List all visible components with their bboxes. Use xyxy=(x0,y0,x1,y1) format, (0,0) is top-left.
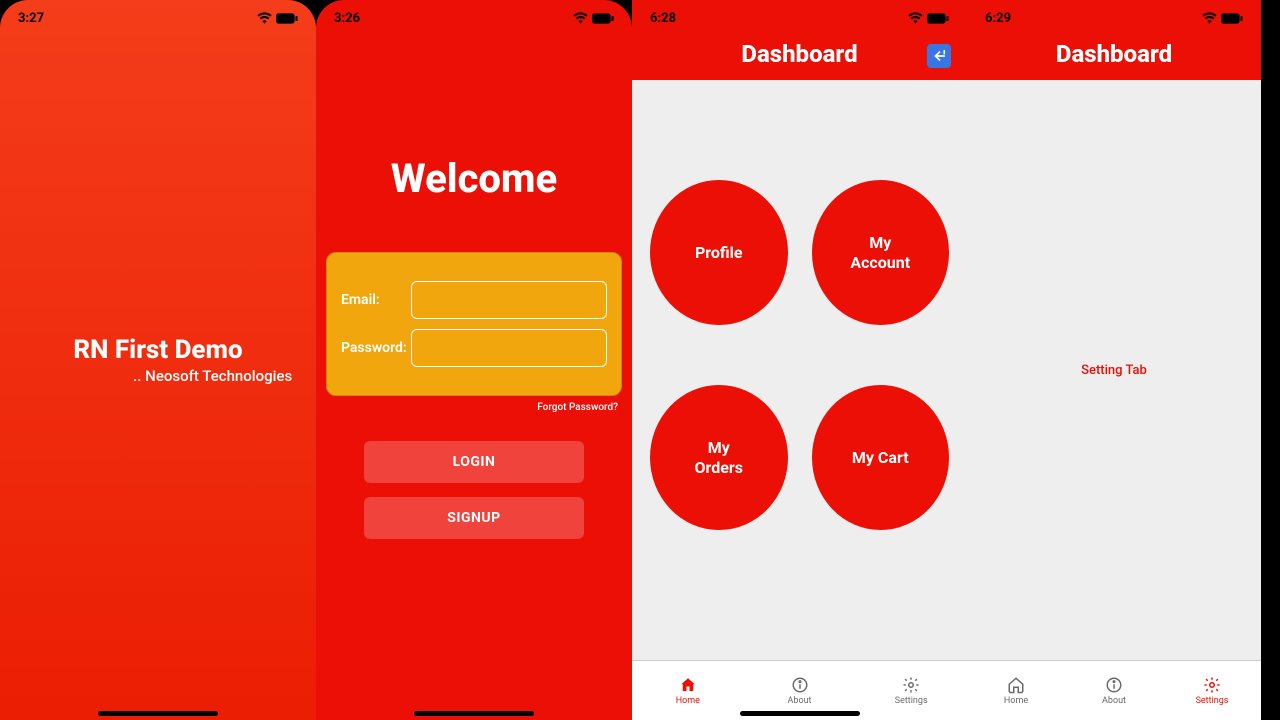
home-icon xyxy=(1007,676,1025,694)
battery-icon xyxy=(1221,13,1243,24)
logout-button[interactable] xyxy=(927,44,951,68)
battery-icon xyxy=(592,13,614,24)
tile-my-cart[interactable]: My Cart xyxy=(812,385,950,530)
status-bar: 6:29 xyxy=(967,0,1261,32)
tab-home[interactable]: Home xyxy=(967,661,1065,720)
status-time: 3:27 xyxy=(18,11,44,26)
grid-row: Profile MyAccount xyxy=(650,180,949,325)
tile-my-account[interactable]: MyAccount xyxy=(812,180,950,325)
password-label: Password: xyxy=(341,340,411,356)
status-right xyxy=(908,12,949,24)
tab-settings[interactable]: Settings xyxy=(855,661,967,720)
wifi-icon xyxy=(908,12,923,24)
wifi-icon xyxy=(573,12,588,24)
email-label: Email: xyxy=(341,292,411,308)
status-time: 6:28 xyxy=(650,11,676,26)
tab-label: About xyxy=(1102,696,1126,706)
wifi-icon xyxy=(257,12,272,24)
status-right xyxy=(257,12,298,24)
app-subtitle: .. Neosoft Technologies xyxy=(16,367,300,385)
welcome-heading: Welcome xyxy=(316,155,632,202)
info-icon xyxy=(1105,676,1123,694)
tab-bar: Home About Settings xyxy=(967,660,1261,720)
signup-button[interactable]: SIGNUP xyxy=(364,497,584,539)
wifi-icon xyxy=(1202,12,1217,24)
forgot-password-link[interactable]: Forgot Password? xyxy=(316,402,618,413)
home-indicator xyxy=(414,711,534,716)
grid-row: MyOrders My Cart xyxy=(650,385,949,530)
splash-screen: 3:27 RN First Demo .. Neosoft Technologi… xyxy=(0,0,316,720)
status-bar: 6:28 xyxy=(632,0,967,32)
tab-about[interactable]: About xyxy=(1065,661,1163,720)
home-indicator xyxy=(98,711,218,716)
info-icon xyxy=(791,676,809,694)
app-title: RN First Demo xyxy=(16,335,300,365)
status-time: 6:29 xyxy=(985,11,1011,26)
tile-my-orders[interactable]: MyOrders xyxy=(650,385,788,530)
status-time: 3:26 xyxy=(334,11,360,26)
settings-tab-text: Setting Tab xyxy=(1081,363,1147,378)
status-right xyxy=(1202,12,1243,24)
logout-icon xyxy=(932,49,946,63)
tab-label: Settings xyxy=(1196,696,1229,706)
login-button[interactable]: LOGIN xyxy=(364,441,584,483)
tab-label: Home xyxy=(1004,696,1028,706)
gear-icon xyxy=(902,676,920,694)
dashboard-settings-screen: 6:29 Dashboard Setting Tab Home About Se… xyxy=(967,0,1261,720)
password-field[interactable] xyxy=(411,329,607,367)
login-screen: 3:26 Welcome Email: Password: Forgot Pas… xyxy=(316,0,632,720)
tile-profile[interactable]: Profile xyxy=(650,180,788,325)
password-row: Password: xyxy=(341,329,607,367)
dashboard-home-screen: 6:28 Dashboard Profile MyAccount MyOrder… xyxy=(632,0,967,720)
home-icon xyxy=(679,676,697,694)
tab-label: Home xyxy=(676,696,700,706)
battery-icon xyxy=(276,13,298,24)
settings-body: Setting Tab xyxy=(967,80,1261,660)
email-row: Email: xyxy=(341,281,607,319)
header-title: Dashboard xyxy=(741,40,857,68)
tab-label: About xyxy=(788,696,812,706)
splash-content: RN First Demo .. Neosoft Technologies xyxy=(16,335,300,385)
gear-icon xyxy=(1203,676,1221,694)
header-title: Dashboard xyxy=(1056,40,1172,68)
battery-icon xyxy=(927,13,949,24)
tab-home[interactable]: Home xyxy=(632,661,744,720)
button-group: LOGIN SIGNUP xyxy=(364,441,584,539)
email-field[interactable] xyxy=(411,281,607,319)
status-bar: 3:26 xyxy=(316,0,632,32)
tab-settings[interactable]: Settings xyxy=(1163,661,1261,720)
home-indicator xyxy=(740,711,860,716)
status-right xyxy=(573,12,614,24)
dashboard-grid: Profile MyAccount MyOrders My Cart xyxy=(632,80,967,660)
tile-label: MyOrders xyxy=(695,438,743,478)
status-bar: 3:27 xyxy=(0,0,316,32)
login-form: Email: Password: xyxy=(326,252,622,396)
tile-label: MyAccount xyxy=(850,233,910,273)
tab-label: Settings xyxy=(895,696,928,706)
